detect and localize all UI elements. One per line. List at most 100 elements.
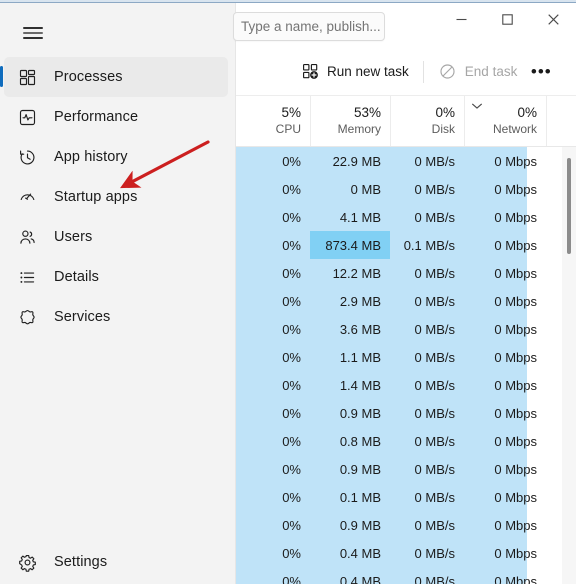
- scrollbar-thumb[interactable]: [567, 158, 571, 254]
- table-cell-cpu: 0%: [282, 405, 301, 421]
- column-cpu-label: CPU: [275, 121, 301, 136]
- users-icon: [12, 222, 42, 252]
- hamburger-icon[interactable]: [12, 15, 54, 51]
- table-cell-memory: 0.8 MB: [339, 433, 381, 449]
- toolbar: Run new task End task •••: [236, 48, 576, 96]
- sidebar-item-settings[interactable]: Settings: [4, 542, 228, 582]
- column-cpu-percent: 5%: [281, 104, 301, 120]
- table-cell-cpu: 0%: [282, 545, 301, 561]
- hamburger-bar: [23, 32, 43, 34]
- table-cell-network: 0 Mbps: [494, 153, 537, 169]
- column-header-memory[interactable]: 53% Memory: [310, 96, 390, 146]
- table-cell-memory: 873.4 MB: [310, 231, 390, 259]
- sidebar-item-label: Processes: [54, 69, 123, 85]
- table-row[interactable]: 0% 1.4 MB 0 MB/s 0 Mbps: [236, 371, 576, 399]
- task-manager-window: Processes Performance App history Startu…: [0, 0, 576, 584]
- table-cell-disk: 0 MB/s: [414, 153, 455, 169]
- table-row[interactable]: 0% 12.2 MB 0 MB/s 0 Mbps: [236, 259, 576, 287]
- end-task-button[interactable]: End task: [430, 56, 526, 88]
- vertical-scrollbar[interactable]: [562, 147, 576, 584]
- table-row[interactable]: 0% 2.9 MB 0 MB/s 0 Mbps: [236, 287, 576, 315]
- column-header-disk[interactable]: 0% Disk: [390, 96, 464, 146]
- table-cell-network: 0 Mbps: [494, 377, 537, 393]
- end-task-label: End task: [464, 64, 518, 79]
- table-row[interactable]: 0% 22.9 MB 0 MB/s 0 Mbps: [236, 147, 576, 175]
- table-cell-memory: 22.9 MB: [332, 153, 381, 169]
- sidebar-item-label: App history: [54, 149, 128, 165]
- table-cell-memory: 12.2 MB: [332, 265, 381, 281]
- table-cell-memory: 3.6 MB: [339, 321, 381, 337]
- table-cell-disk: 0 MB/s: [414, 489, 455, 505]
- table-cell-memory: 0.4 MB: [339, 545, 381, 561]
- sidebar-item-label: Users: [54, 229, 93, 245]
- minimize-icon[interactable]: [438, 3, 484, 35]
- services-icon: [12, 302, 42, 332]
- column-memory-percent: 53%: [353, 104, 381, 120]
- sidebar-item-label: Details: [54, 269, 100, 285]
- table-row[interactable]: 0% 1.1 MB 0 MB/s 0 Mbps: [236, 343, 576, 371]
- sidebar-item-services[interactable]: Services: [4, 297, 228, 337]
- column-header-spacer: [546, 96, 576, 146]
- selection-indicator: [0, 66, 3, 87]
- table-row[interactable]: 0% 0.9 MB 0 MB/s 0 Mbps: [236, 455, 576, 483]
- column-memory-label: Memory: [337, 121, 381, 136]
- table-rows: 0% 22.9 MB 0 MB/s 0 Mbps 0% 0 MB 0 MB/s 0 Mbps 0…: [236, 147, 576, 584]
- sidebar-item-label: Performance: [54, 109, 139, 125]
- table-row[interactable]: 0% 3.6 MB 0 MB/s 0 Mbps: [236, 315, 576, 343]
- table-cell-cpu: 0%: [282, 321, 301, 337]
- maximize-icon[interactable]: [484, 3, 530, 35]
- table-cell-memory: 0 MB: [350, 181, 381, 197]
- table-cell-cpu: 0%: [282, 573, 301, 584]
- table-row[interactable]: 0% 4.1 MB 0 MB/s 0 Mbps: [236, 203, 576, 231]
- table-cell-memory: 0.9 MB: [339, 517, 381, 533]
- table-row[interactable]: 0% 0.8 MB 0 MB/s 0 Mbps: [236, 427, 576, 455]
- run-new-task-label: Run new task: [327, 64, 409, 79]
- table-cell-disk: 0 MB/s: [414, 573, 455, 584]
- sidebar-item-users[interactable]: Users: [4, 217, 228, 257]
- column-header-cpu[interactable]: 5% CPU: [236, 96, 310, 146]
- table-cell-network: 0 Mbps: [494, 209, 537, 225]
- table-row[interactable]: 0% 0.4 MB 0 MB/s 0 Mbps: [236, 539, 576, 567]
- table-cell-cpu: 0%: [282, 181, 301, 197]
- more-options-icon[interactable]: •••: [525, 56, 557, 88]
- table-cell-memory: 0.9 MB: [339, 405, 381, 421]
- table-cell-network: 0 Mbps: [494, 349, 537, 365]
- table-cell-network: 0 Mbps: [494, 321, 537, 337]
- sidebar-item-performance[interactable]: Performance: [4, 97, 228, 137]
- run-new-task-button[interactable]: Run new task: [292, 56, 417, 88]
- sidebar-item-app-history[interactable]: App history: [4, 137, 228, 177]
- sidebar-item-label: Settings: [54, 554, 108, 570]
- table-cell-cpu: 0%: [282, 433, 301, 449]
- table-cell-disk: 0 MB/s: [414, 265, 455, 281]
- sidebar: Processes Performance App history Startu…: [0, 3, 236, 584]
- table-row[interactable]: 0% 0.9 MB 0 MB/s 0 Mbps: [236, 399, 576, 427]
- close-icon[interactable]: [530, 3, 576, 35]
- column-header-network[interactable]: 0% Network: [464, 96, 546, 146]
- search-placeholder: Type a name, publish...: [241, 19, 381, 34]
- table-cell-cpu: 0%: [282, 209, 301, 225]
- sidebar-item-processes[interactable]: Processes: [0, 57, 228, 97]
- sidebar-item-startup-apps[interactable]: Startup apps: [4, 177, 228, 217]
- table-cell-disk: 0 MB/s: [414, 517, 455, 533]
- table-cell-disk: 0 MB/s: [414, 405, 455, 421]
- table-row[interactable]: 0% 0.1 MB 0 MB/s 0 Mbps: [236, 483, 576, 511]
- sidebar-nav-list: Processes Performance App history Startu…: [0, 57, 236, 337]
- table-cell-network: 0 Mbps: [494, 489, 537, 505]
- table-cell-cpu: 0%: [282, 349, 301, 365]
- table-cell-network: 0 Mbps: [494, 265, 537, 281]
- table-cell-disk: 0 MB/s: [414, 321, 455, 337]
- search-input[interactable]: Type a name, publish...: [233, 12, 385, 41]
- table-row[interactable]: 0% 0.9 MB 0 MB/s 0 Mbps: [236, 511, 576, 539]
- table-cell-memory: 1.4 MB: [339, 377, 381, 393]
- table-row[interactable]: 0% 873.4 MB 0.1 MB/s 0 Mbps: [236, 231, 576, 259]
- end-task-icon: [438, 62, 458, 82]
- processes-icon: [12, 62, 42, 92]
- sidebar-item-details[interactable]: Details: [4, 257, 228, 297]
- window-controls: [438, 3, 576, 35]
- column-disk-percent: 0%: [435, 104, 455, 120]
- sidebar-item-label: Startup apps: [54, 189, 138, 205]
- hamburger-bar: [23, 27, 43, 29]
- table-row[interactable]: 0% 0 MB 0 MB/s 0 Mbps: [236, 175, 576, 203]
- table-cell-network: 0 Mbps: [494, 181, 537, 197]
- table-row[interactable]: 0% 0.4 MB 0 MB/s 0 Mbps: [236, 567, 576, 584]
